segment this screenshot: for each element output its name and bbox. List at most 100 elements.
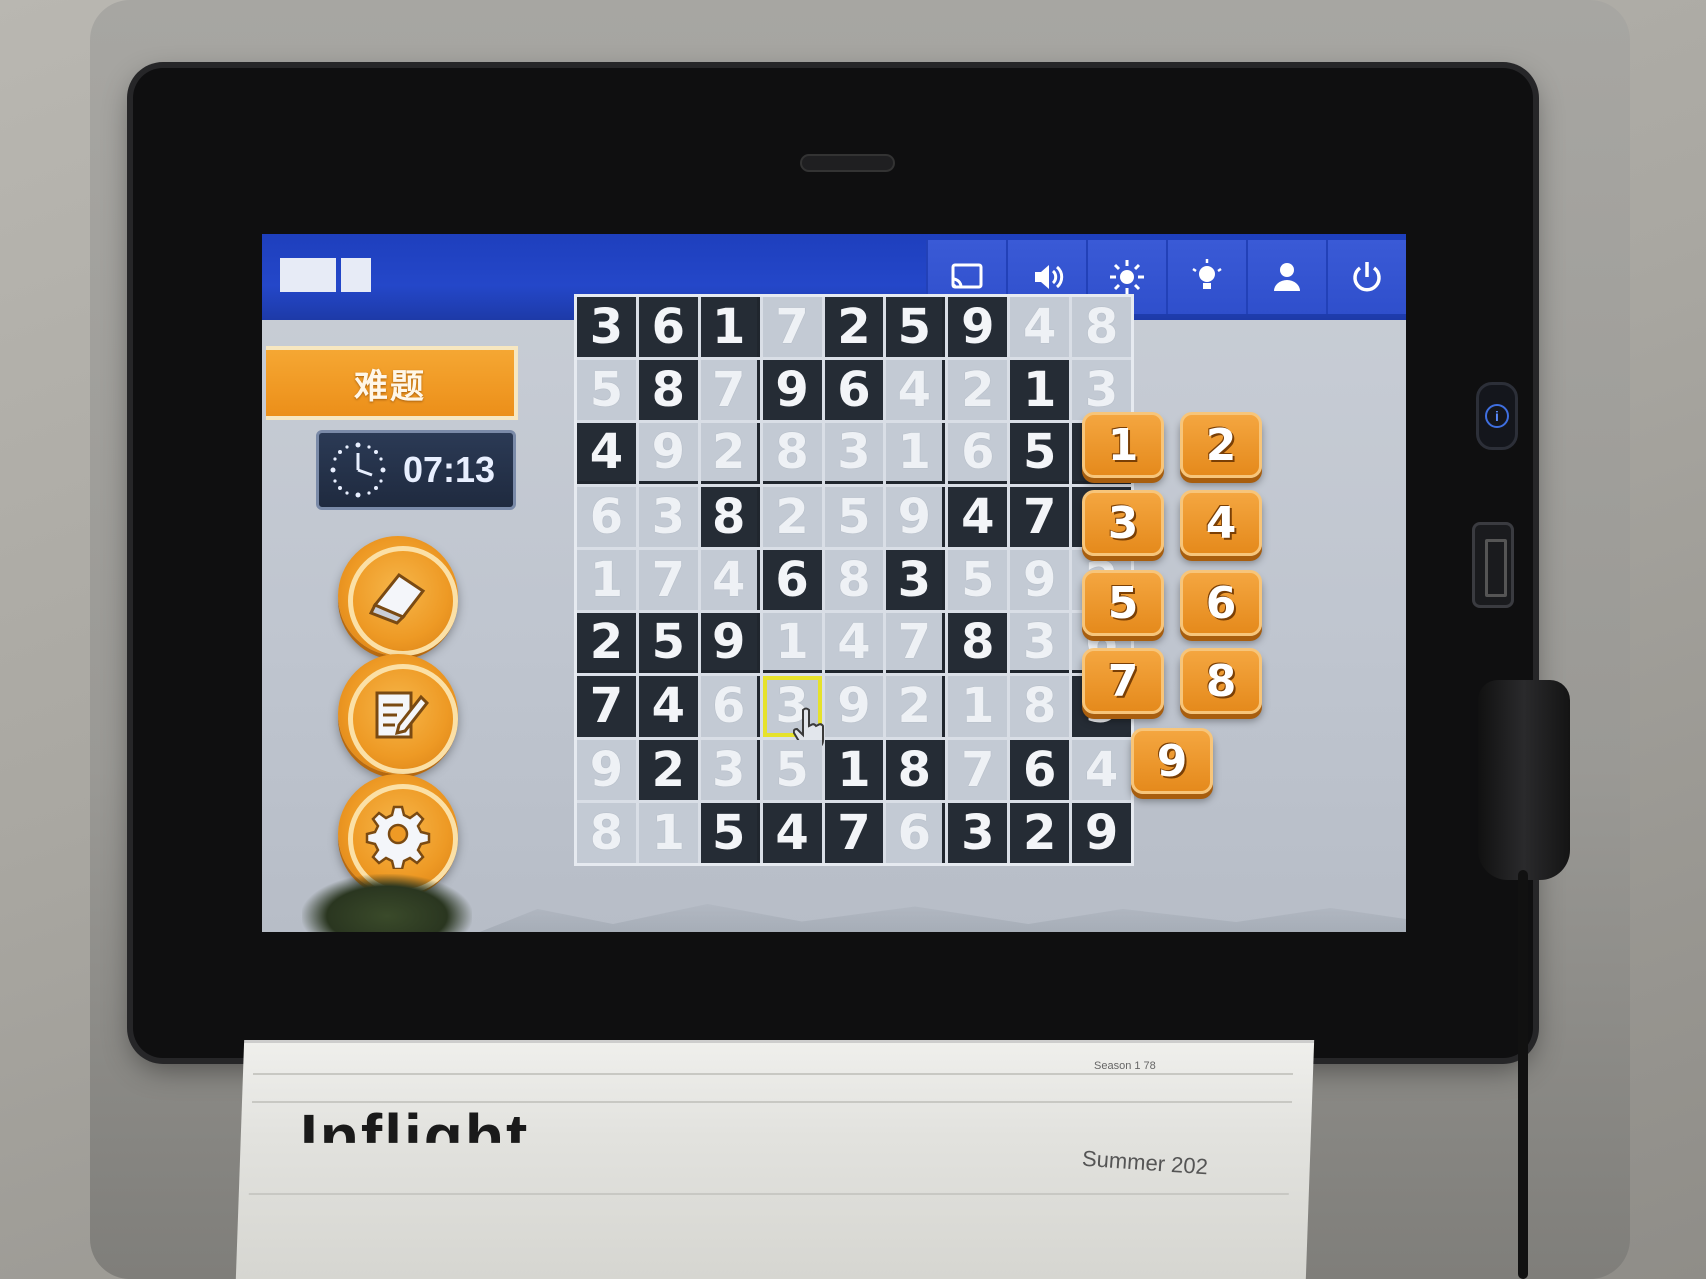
sudoku-cell[interactable]: 8 — [762, 423, 822, 484]
sudoku-cell[interactable]: 5 — [948, 549, 1008, 611]
sudoku-cell[interactable]: 5 — [577, 360, 636, 421]
sudoku-cell[interactable]: 3 — [948, 802, 1008, 863]
sudoku-cell[interactable]: 9 — [700, 613, 760, 674]
sudoku-cell[interactable]: 1 — [886, 423, 946, 484]
number-key-9[interactable]: 9 — [1131, 728, 1213, 794]
sudoku-cell[interactable]: 4 — [824, 613, 884, 674]
sudoku-cell[interactable]: 7 — [762, 297, 822, 358]
topbar-logo-tiles — [280, 258, 371, 292]
sudoku-cell[interactable]: 6 — [948, 423, 1008, 484]
sudoku-board: 3617259485879642134928316576382594711746… — [574, 294, 1134, 866]
sudoku-cell[interactable]: 2 — [886, 676, 946, 737]
sudoku-cell[interactable]: 9 — [886, 486, 946, 547]
sudoku-cell[interactable]: 4 — [948, 486, 1008, 547]
sudoku-cell[interactable]: 9 — [577, 739, 636, 800]
number-key-3[interactable]: 3 — [1082, 490, 1164, 556]
sudoku-cell[interactable]: 2 — [700, 423, 760, 484]
ife-screen: 难题 07:13 3 6 1 7 2 5 9 4 8 5 8 7 9 6 4 2… — [262, 234, 1406, 932]
sudoku-cell[interactable]: 2 — [762, 486, 822, 547]
sudoku-cell[interactable]: 4 — [700, 549, 760, 611]
timer-value: 07:13 — [403, 449, 496, 490]
power-button[interactable] — [1326, 240, 1406, 314]
sudoku-cell[interactable]: 7 — [948, 739, 1008, 800]
sudoku-cell[interactable]: 5 — [700, 802, 760, 863]
sudoku-cell[interactable]: 4 — [762, 802, 822, 863]
sudoku-cell[interactable]: 9 — [762, 360, 822, 421]
sudoku-cell[interactable]: 8 — [700, 486, 760, 547]
sudoku-cell[interactable]: 7 — [1010, 486, 1070, 547]
selected-cell[interactable]: 3 — [762, 676, 824, 751]
sudoku-cell[interactable]: 8 — [824, 549, 884, 611]
sudoku-cell[interactable]: 5 — [886, 297, 946, 358]
sudoku-cell[interactable]: 6 — [700, 676, 760, 737]
sudoku-cell[interactable]: 6 — [577, 486, 636, 547]
sudoku-cell[interactable]: 6 — [886, 802, 946, 863]
sudoku-cell[interactable]: 6 — [824, 360, 884, 421]
sudoku-cell[interactable]: 4 — [577, 423, 636, 484]
sudoku-cell[interactable]: 9 — [824, 676, 884, 737]
sudoku-cell[interactable]: 8 — [577, 802, 636, 863]
sudoku-cell[interactable]: 1 — [948, 676, 1008, 737]
sudoku-cell[interactable]: 4 — [638, 676, 698, 737]
sudoku-cell[interactable]: 7 — [638, 549, 698, 611]
number-key-4[interactable]: 4 — [1180, 490, 1262, 556]
sudoku-cell[interactable]: 8 — [1072, 297, 1131, 358]
sudoku-cell[interactable]: 1 — [577, 549, 636, 611]
sudoku-cell[interactable]: 5 — [824, 486, 884, 547]
sudoku-cell[interactable]: 9 — [948, 297, 1008, 358]
number-key-8[interactable]: 8 — [1180, 648, 1262, 714]
sudoku-cell[interactable]: 6 — [762, 549, 822, 611]
sudoku-cell[interactable]: 3 — [886, 549, 946, 611]
logo-tile — [341, 258, 371, 292]
sudoku-cell[interactable]: 9 — [1010, 549, 1070, 611]
notes-button[interactable] — [338, 654, 458, 774]
number-key-1[interactable]: 1 — [1082, 412, 1164, 478]
sudoku-cell[interactable]: 3 — [638, 486, 698, 547]
sudoku-cell[interactable]: 8 — [886, 739, 946, 800]
usb-port[interactable] — [1472, 522, 1514, 608]
sudoku-cell[interactable]: 1 — [1010, 360, 1070, 421]
sudoku-cell[interactable]: 8 — [1010, 676, 1070, 737]
charging-plug — [1478, 680, 1570, 880]
sudoku-cell[interactable]: 7 — [577, 676, 636, 737]
sudoku-cell[interactable]: 3 — [824, 423, 884, 484]
reading-light-button[interactable] — [1166, 240, 1246, 314]
sudoku-cell[interactable]: 1 — [638, 802, 698, 863]
sudoku-cell[interactable]: 3 — [577, 297, 636, 358]
info-side-button[interactable]: i — [1476, 382, 1518, 450]
sudoku-cell[interactable]: 2 — [824, 297, 884, 358]
number-key-7[interactable]: 7 — [1082, 648, 1164, 714]
difficulty-banner[interactable]: 难题 — [266, 346, 518, 420]
sudoku-cell[interactable]: 3 — [700, 739, 760, 800]
sudoku-cell[interactable]: 3 — [1010, 613, 1070, 674]
sudoku-cell[interactable]: 6 — [1010, 739, 1070, 800]
sudoku-cell[interactable]: 1 — [824, 739, 884, 800]
sudoku-cell[interactable]: 1 — [700, 297, 760, 358]
eraser-button[interactable] — [338, 536, 458, 656]
sudoku-cell[interactable]: 9 — [638, 423, 698, 484]
sudoku-cell[interactable]: 9 — [1072, 802, 1131, 863]
sudoku-cell[interactable]: 4 — [886, 360, 946, 421]
sudoku-cell[interactable]: 7 — [700, 360, 760, 421]
sudoku-cell[interactable]: 2 — [638, 739, 698, 800]
sudoku-cell[interactable]: 8 — [948, 613, 1008, 674]
sudoku-cell[interactable]: 5 — [638, 613, 698, 674]
cast-screen-icon — [951, 263, 983, 289]
sudoku-cell[interactable]: 2 — [1010, 802, 1070, 863]
number-key-2[interactable]: 2 — [1180, 412, 1262, 478]
sudoku-cell[interactable]: 8 — [638, 360, 698, 421]
sudoku-cell[interactable]: 5 — [762, 739, 822, 800]
attendant-call-button[interactable] — [1246, 240, 1326, 314]
sudoku-cell[interactable]: 1 — [762, 613, 822, 674]
sudoku-cell[interactable]: 6 — [638, 297, 698, 358]
number-key-5[interactable]: 5 — [1082, 570, 1164, 636]
sudoku-cell[interactable]: 7 — [886, 613, 946, 674]
number-key-6[interactable]: 6 — [1180, 570, 1262, 636]
info-icon: i — [1485, 404, 1509, 428]
sudoku-cell[interactable]: 2 — [577, 613, 636, 674]
sudoku-cell[interactable]: 7 — [824, 802, 884, 863]
sudoku-cell[interactable]: 2 — [948, 360, 1008, 421]
sudoku-cell[interactable]: 4 — [1010, 297, 1070, 358]
sudoku-cell[interactable]: 4 — [1072, 739, 1131, 800]
sudoku-cell[interactable]: 5 — [1010, 423, 1070, 484]
